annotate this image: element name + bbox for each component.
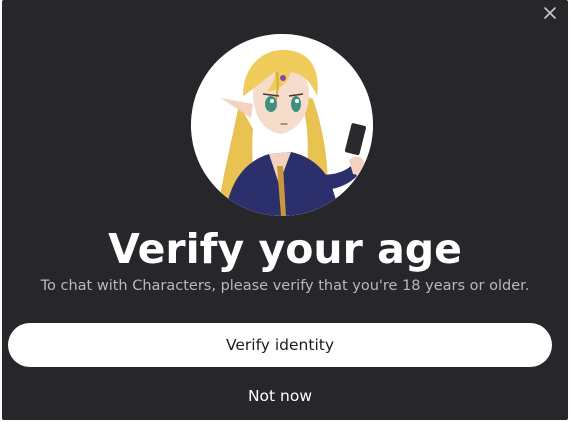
- elf-character-illustration: [191, 34, 373, 216]
- age-verification-dialog: Verify your age To chat with Characters,…: [2, 0, 568, 420]
- verify-identity-label: Verify identity: [225, 336, 335, 354]
- verify-identity-button[interactable]: Verify identity: [8, 323, 552, 367]
- close-icon: [544, 7, 556, 19]
- dialog-subtitle: To chat with Characters, please verify t…: [40, 278, 530, 294]
- close-button[interactable]: [540, 3, 560, 23]
- character-avatar: [191, 34, 373, 216]
- not-now-label: Not now: [247, 387, 313, 405]
- dialog-title: Verify your age: [108, 225, 462, 273]
- not-now-button[interactable]: Not now: [8, 376, 552, 416]
